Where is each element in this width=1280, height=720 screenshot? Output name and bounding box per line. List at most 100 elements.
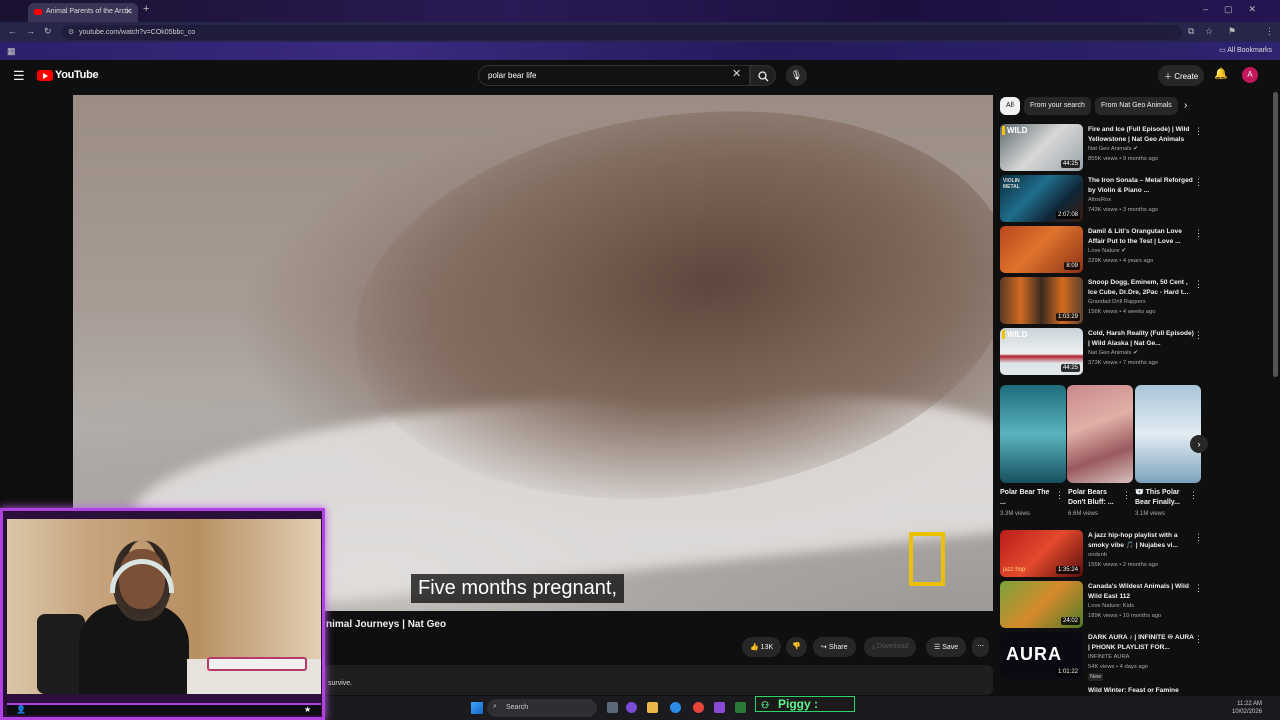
more-options-icon[interactable]: ⋮ xyxy=(1194,330,1203,341)
app-icon[interactable] xyxy=(714,702,725,713)
channel-name[interactable]: INFINITE AURA xyxy=(1088,654,1130,660)
windows-start-icon[interactable] xyxy=(471,702,483,714)
shorts-next-chevron-icon[interactable]: › xyxy=(1190,435,1208,453)
chrome-icon[interactable] xyxy=(693,702,704,713)
recommendation-item[interactable]: 8:09 Damil & Liti's Orangutan Love Affai… xyxy=(1000,226,1205,274)
recommendation-item[interactable]: WILD 44:25 Fire and Ice (Full Episode) |… xyxy=(1000,124,1205,172)
video-description[interactable]: survive. xyxy=(323,665,993,695)
video-thumbnail[interactable]: jazz hop 1:35:24 xyxy=(1000,530,1083,577)
recommendation-title[interactable]: DARK AURA ♪ | INFINITE ♾ AURA | PHONK PL… xyxy=(1088,633,1196,653)
like-button[interactable]: 👍 13K xyxy=(742,637,782,657)
chip-from-nat-geo-animals[interactable]: From Nat Geo Animals xyxy=(1095,97,1178,115)
more-options-icon[interactable]: ⋮ xyxy=(1194,228,1203,239)
share-button[interactable]: ↪ Share xyxy=(813,637,856,657)
dislike-button[interactable]: 👎 xyxy=(786,637,807,657)
bookmark-star-icon[interactable]: ☆ xyxy=(1205,26,1213,37)
recommendation-title[interactable]: Cold, Harsh Reality (Full Episode) | Wil… xyxy=(1088,329,1196,349)
create-button[interactable]: ＋ Create xyxy=(1158,65,1204,86)
hamburger-menu-icon[interactable]: ☰ xyxy=(13,68,25,84)
search-button[interactable] xyxy=(750,65,776,86)
recommendation-title[interactable]: A jazz hip-hop playlist with a smoky vib… xyxy=(1088,531,1196,551)
more-options-icon[interactable]: ⋮ xyxy=(1194,532,1203,543)
short-title[interactable]: 🐻‍❄️ This Polar Bear Finally... xyxy=(1135,488,1189,510)
taskbar-search[interactable]: ⌕ Search xyxy=(487,699,597,717)
short-title[interactable]: Polar Bears Don't Bluff: ... xyxy=(1068,488,1122,510)
notifications-bell-icon[interactable]: 🔔 xyxy=(1214,67,1228,80)
recommendation-title[interactable]: Snoop Dogg, Eminem, 50 Cent , Ice Cube, … xyxy=(1088,278,1196,298)
edge-icon[interactable] xyxy=(670,702,681,713)
recommendation-title-partial[interactable]: Wild Winter: Feast or Famine xyxy=(1088,687,1179,694)
more-options-icon[interactable]: ⋮ xyxy=(1122,490,1131,501)
short-title[interactable]: Polar Bear The ... xyxy=(1000,488,1054,510)
xbox-icon[interactable] xyxy=(735,702,746,713)
close-tab-icon[interactable]: ✕ xyxy=(125,7,132,16)
copilot-icon[interactable] xyxy=(626,702,637,713)
recommendation-item[interactable]: VIOLIN METAL 2:07:08 The Iron Sonata – M… xyxy=(1000,175,1205,223)
channel-name[interactable]: Nat Geo Animals ✔ xyxy=(1088,146,1138,152)
apps-grid-icon[interactable]: ▦ xyxy=(7,46,16,57)
download-button[interactable]: ⤓ Download xyxy=(864,637,917,657)
more-actions-icon[interactable]: ⋯ xyxy=(972,637,989,657)
video-thumbnail[interactable]: VIOLIN METAL 2:07:08 xyxy=(1000,175,1083,222)
url-field[interactable]: ⚙ youtube.com/watch?v=COk05bbc_co xyxy=(62,25,1182,40)
recommendation-title[interactable]: Canada's Wildest Animals | Wild Wild Eas… xyxy=(1088,582,1196,602)
task-view-icon[interactable] xyxy=(607,702,618,713)
clear-search-icon[interactable]: ✕ xyxy=(732,67,741,80)
chevron-right-icon[interactable]: › xyxy=(1184,100,1187,111)
more-options-icon[interactable]: ⋮ xyxy=(1194,634,1203,645)
short-thumbnail[interactable] xyxy=(1000,385,1066,483)
more-options-icon[interactable]: ⋮ xyxy=(1055,490,1064,501)
page-scrollbar[interactable] xyxy=(1273,92,1278,377)
recommendation-title[interactable]: Damil & Liti's Orangutan Love Affair Put… xyxy=(1088,227,1196,247)
more-options-icon[interactable]: ⋮ xyxy=(1194,583,1203,594)
more-options-icon[interactable]: ⋮ xyxy=(1189,490,1198,501)
video-meta: 156K views • 4 weeks ago xyxy=(1088,309,1156,315)
save-button[interactable]: ☰ Save xyxy=(926,637,967,657)
site-info-icon[interactable]: ⚙ xyxy=(68,28,74,36)
more-options-icon[interactable]: ⋮ xyxy=(1194,126,1203,137)
recommendation-title[interactable]: The Iron Sonata – Metal Reforged by Viol… xyxy=(1088,176,1196,196)
voice-search-mic-icon[interactable]: 🎙 xyxy=(786,65,807,86)
recommendation-item[interactable]: jazz hop 1:35:24 A jazz hip-hop playlist… xyxy=(1000,530,1205,578)
chip-from-your-search[interactable]: From your search xyxy=(1024,97,1091,115)
channel-name[interactable]: AltosRox xyxy=(1088,197,1111,203)
recommendation-item[interactable]: 24:02 Canada's Wildest Animals | Wild Wi… xyxy=(1000,581,1205,629)
video-thumbnail[interactable]: 8:09 xyxy=(1000,226,1083,273)
youtube-logo-text[interactable]: YouTube xyxy=(55,69,99,81)
video-thumbnail[interactable]: AURA 1:01:22 xyxy=(1000,632,1083,679)
reload-icon[interactable]: ↻ xyxy=(44,26,52,37)
channel-name[interactable]: Nat Geo Animals ✔ xyxy=(1088,350,1138,356)
chip-all[interactable]: All xyxy=(1000,97,1020,115)
extensions-icon[interactable]: ⚑ xyxy=(1228,26,1236,37)
dislike-icon: 👎 xyxy=(792,643,801,650)
youtube-logo-icon[interactable] xyxy=(37,70,53,81)
window-controls[interactable]: –▢✕ xyxy=(1203,4,1272,15)
all-bookmarks-button[interactable]: ▭ All Bookmarks xyxy=(1219,46,1272,54)
browser-tab[interactable]: Animal Parents of the Arctic ✕ xyxy=(28,3,138,22)
channel-name[interactable]: Grandad Drill Rappers xyxy=(1088,299,1146,305)
browser-menu-icon[interactable]: ⋮ xyxy=(1265,26,1274,37)
taskbar-clock[interactable]: 11:22 AM 10/02/2026 xyxy=(1232,700,1262,716)
back-icon[interactable]: ← xyxy=(8,26,17,36)
account-avatar[interactable]: A xyxy=(1242,67,1258,83)
forward-icon[interactable]: → xyxy=(26,26,35,36)
video-thumbnail[interactable]: WILD 44:25 xyxy=(1000,328,1083,375)
more-options-icon[interactable]: ⋮ xyxy=(1194,177,1203,188)
search-input[interactable]: polar bear life xyxy=(478,65,750,86)
more-options-icon[interactable]: ⋮ xyxy=(1194,279,1203,290)
recommendation-item[interactable]: WILD 44:25 Cold, Harsh Reality (Full Epi… xyxy=(1000,328,1205,376)
channel-name[interactable]: Love Nature: Kids xyxy=(1088,603,1134,609)
short-thumbnail[interactable] xyxy=(1067,385,1133,483)
install-icon[interactable]: ⧉ xyxy=(1188,26,1194,37)
recommendation-item[interactable]: AURA 1:01:22 DARK AURA ♪ | INFINITE ♾ AU… xyxy=(1000,632,1205,681)
recommendation-item[interactable]: 1:03:29 Snoop Dogg, Eminem, 50 Cent , Ic… xyxy=(1000,277,1205,325)
channel-name[interactable]: ondsnb xyxy=(1088,552,1107,558)
video-thumbnail[interactable]: 24:02 xyxy=(1000,581,1083,628)
recommendation-title[interactable]: Fire and Ice (Full Episode) | Wild Yello… xyxy=(1088,125,1196,145)
video-thumbnail[interactable]: 1:03:29 xyxy=(1000,277,1083,324)
short-thumbnail[interactable] xyxy=(1135,385,1201,483)
new-tab-button[interactable]: + xyxy=(143,3,149,15)
video-thumbnail[interactable]: WILD 44:25 xyxy=(1000,124,1083,171)
file-explorer-icon[interactable] xyxy=(647,702,658,713)
channel-name[interactable]: Love Nature ✔ xyxy=(1088,248,1126,254)
